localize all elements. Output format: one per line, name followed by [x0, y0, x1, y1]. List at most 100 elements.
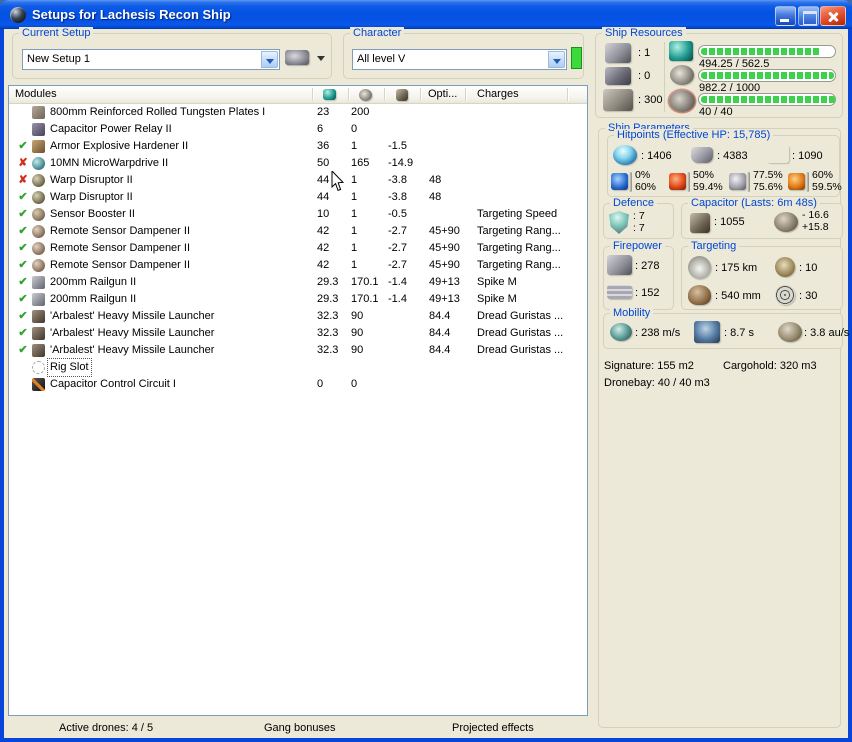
defence-top-value: : 7 — [633, 210, 645, 222]
armor-plate-icon — [32, 106, 45, 119]
kinetic-shield-resist: 77.5% — [753, 169, 783, 181]
cpu-icon[interactable] — [323, 89, 336, 100]
table-row[interactable]: ✘ Warp Disruptor II 44 1 -3.8 48 — [9, 172, 587, 189]
table-row[interactable]: ✔ 200mm Railgun II 29.3 170.1 -1.4 49+13… — [9, 291, 587, 308]
module-optimal-value: 84.4 — [429, 327, 451, 339]
table-row[interactable]: ✔ Sensor Booster II 10 1 -0.5 Targeting … — [9, 206, 587, 223]
table-row[interactable]: ✔ 200mm Railgun II 29.3 170.1 -1.4 49+13… — [9, 274, 587, 291]
module-optimal-value: 45+90 — [429, 225, 460, 237]
powergrid-icon[interactable] — [359, 89, 372, 101]
agility-icon — [694, 321, 720, 343]
module-powergrid-value: 1 — [351, 191, 358, 203]
table-row[interactable]: ✔ Remote Sensor Dampener II 42 1 -2.7 45… — [9, 240, 587, 257]
module-name: Capacitor Control Circuit I — [50, 378, 176, 390]
gang-bonuses-button[interactable]: Gang bonuses — [264, 722, 336, 734]
app-icon — [10, 7, 26, 23]
module-powergrid-value: 165 — [351, 157, 370, 169]
table-row[interactable]: Capacitor Control Circuit I 0 0 — [9, 376, 587, 393]
module-cap-value: -2.7 — [388, 259, 407, 271]
minimize-button[interactable] — [775, 6, 796, 26]
module-active-check-icon: ✔ — [18, 208, 28, 220]
explosive-armor-resist: 59.5% — [812, 181, 842, 193]
mobility-groupbox: Mobility : 238 m/s : 8.7 s : 3.8 au/s — [603, 307, 849, 349]
dronebay-value: Dronebay: 40 / 40 m3 — [604, 377, 710, 389]
capacitor-icon[interactable] — [396, 89, 408, 101]
em-armor-resist: 60% — [635, 181, 657, 193]
module-active-check-icon: ✔ — [18, 191, 28, 203]
table-row[interactable]: ✔ 'Arbalest' Heavy Missile Launcher 32.3… — [9, 325, 587, 342]
ship-menu-button[interactable] — [285, 48, 327, 69]
close-button[interactable] — [820, 6, 846, 26]
active-drones-button[interactable]: Active drones: 4 / 5 — [59, 722, 153, 734]
speed-icon — [610, 323, 632, 341]
ship-resources-groupbox: Ship Resources : 1 : 0 : 300 494.25 / 56… — [595, 27, 843, 118]
chevron-down-icon[interactable] — [548, 51, 565, 68]
calibration-icon — [669, 90, 695, 112]
module-powergrid-value: 170.1 — [351, 293, 379, 305]
table-row[interactable]: ✔ 'Arbalest' Heavy Missile Launcher 32.3… — [9, 342, 587, 359]
module-optimal-value: 49+13 — [429, 276, 460, 288]
hull-hp-value: : 1090 — [792, 150, 823, 162]
module-charge-value: Dread Guristas ... — [477, 327, 564, 339]
warp-speed-value: : 3.8 au/s — [804, 327, 850, 339]
module-charge-value: Targeting Speed — [477, 208, 558, 220]
column-header-charges[interactable]: Charges — [477, 88, 519, 100]
armor-hp-value: : 4383 — [717, 150, 748, 162]
module-cap-value: -0.5 — [388, 208, 407, 220]
missile-dps-icon — [607, 285, 632, 299]
chevron-down-icon[interactable] — [261, 51, 278, 68]
table-row[interactable]: 800mm Reinforced Rolled Tungsten Plates … — [9, 104, 587, 121]
modules-list-header[interactable]: Modules Opti... Charges — [9, 86, 587, 104]
capacitor-icon — [690, 213, 710, 233]
armor-hp-icon — [691, 147, 713, 163]
module-offline-x-icon: ✘ — [18, 157, 28, 169]
character-select[interactable]: All level V — [352, 49, 567, 70]
capacitor-label: Capacitor (Lasts: 6m 48s) — [688, 197, 820, 210]
module-optimal-value: 49+13 — [429, 293, 460, 305]
table-row[interactable]: ✔ Remote Sensor Dampener II 42 1 -2.7 45… — [9, 223, 587, 240]
projected-effects-button[interactable]: Projected effects — [452, 722, 534, 734]
ship-resources-label: Ship Resources — [602, 27, 686, 40]
module-name: Capacitor Power Relay II — [50, 123, 172, 135]
module-cap-value: -14.9 — [388, 157, 414, 169]
thermal-shield-resist: 50% — [693, 169, 715, 181]
column-header-optimal[interactable]: Opti... — [428, 88, 457, 100]
module-active-check-icon: ✔ — [18, 242, 28, 254]
module-charge-value: Dread Guristas ... — [477, 310, 564, 322]
maximize-button[interactable] — [798, 6, 819, 26]
column-header-modules[interactable]: Modules — [15, 88, 57, 100]
modules-list-body[interactable]: 800mm Reinforced Rolled Tungsten Plates … — [9, 104, 587, 715]
table-row[interactable]: ✔ Armor Explosive Hardener II 36 1 -1.5 — [9, 138, 587, 155]
capacitor-recharge-value: +15.8 — [802, 221, 829, 233]
module-name: 200mm Railgun II — [50, 276, 137, 288]
module-charge-value: Spike M — [477, 293, 517, 305]
module-cpu-value: 32.3 — [317, 344, 339, 356]
modules-list[interactable]: Modules Opti... Charges 800mm Reinforced… — [8, 85, 588, 716]
module-powergrid-value: 90 — [351, 327, 364, 339]
table-row[interactable]: Capacitor Power Relay II 6 0 — [9, 121, 587, 138]
current-setup-groupbox: Current Setup New Setup 1 — [12, 27, 332, 79]
table-row[interactable]: ✘ 10MN MicroWarpdrive II 50 165 -14.9 — [9, 155, 587, 172]
module-name: Armor Explosive Hardener II — [50, 140, 189, 152]
kinetic-armor-resist: 75.6% — [753, 181, 783, 193]
scan-resolution-icon — [688, 285, 711, 305]
table-row[interactable]: ✔ Remote Sensor Dampener II 42 1 -2.7 45… — [9, 257, 587, 274]
setup-select[interactable]: New Setup 1 — [22, 49, 280, 70]
module-cpu-value: 10 — [317, 208, 330, 220]
warp-speed-icon — [778, 322, 802, 342]
module-charge-value: Targeting Rang... — [477, 225, 561, 237]
table-row[interactable]: ✔ 'Arbalest' Heavy Missile Launcher 32.3… — [9, 308, 587, 325]
module-offline-x-icon: ✘ — [18, 174, 28, 186]
turret-slots-value: : 1 — [638, 47, 651, 59]
module-cpu-value: 0 — [317, 378, 324, 390]
railgun-icon — [32, 293, 45, 306]
module-cpu-value: 50 — [317, 157, 330, 169]
max-speed-value: : 238 m/s — [635, 327, 681, 339]
capacitor-amount-value: : 1055 — [714, 216, 745, 228]
table-row[interactable]: ✔ Warp Disruptor II 44 1 -3.8 48 — [9, 189, 587, 206]
scan-resolution-value: : 540 mm — [715, 290, 761, 302]
missile-launcher-icon — [32, 327, 45, 340]
titlebar[interactable]: Setups for Lachesis Recon Ship — [0, 0, 852, 29]
table-row[interactable]: Rig Slot — [9, 358, 587, 377]
rig-slot-icon — [32, 361, 45, 374]
